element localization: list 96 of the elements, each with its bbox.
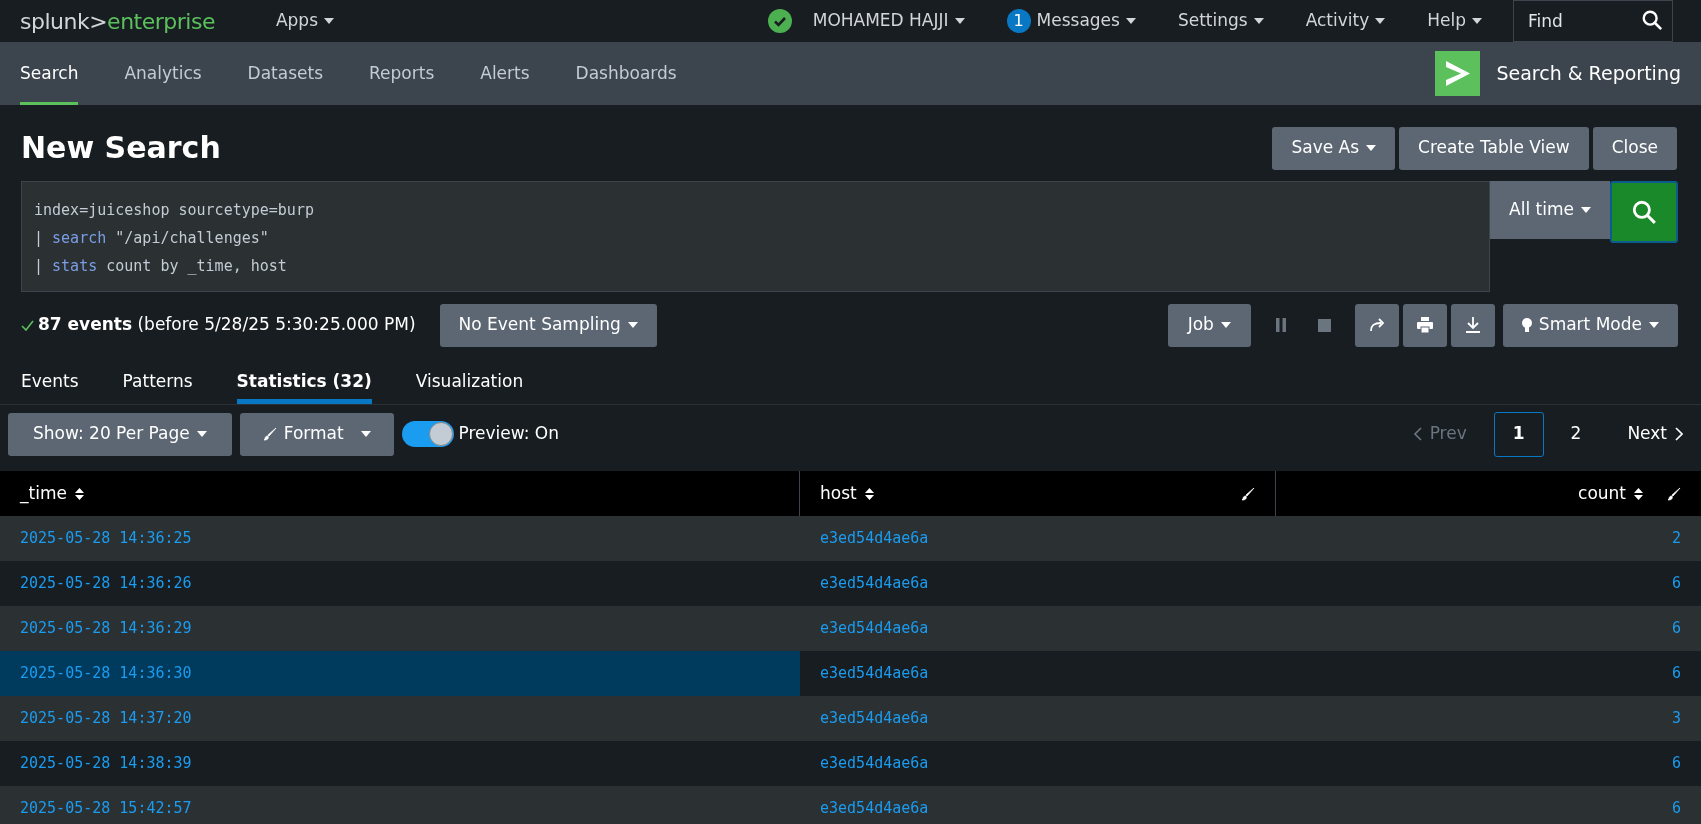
search-icon <box>1631 199 1657 225</box>
event-summary: 87 events (before 5/28/25 5:30:25.000 PM) <box>38 313 416 337</box>
search-mode-menu[interactable]: Smart Mode <box>1502 303 1678 347</box>
check-icon <box>21 319 34 331</box>
share-button[interactable] <box>1354 303 1399 347</box>
brush-icon <box>262 427 277 441</box>
app-logo-icon <box>1435 51 1481 96</box>
caret-icon <box>1649 322 1659 328</box>
stop-icon[interactable] <box>1318 318 1332 332</box>
table-cell[interactable]: e3ed54d4ae6a <box>800 696 1276 741</box>
app-nav-tab[interactable]: Dashboards <box>575 42 677 105</box>
time-range-picker[interactable]: All time <box>1490 181 1610 239</box>
nav-menu[interactable]: Help <box>1414 8 1495 34</box>
table-cell[interactable]: 2025-05-28 14:37:20 <box>0 696 800 741</box>
table-cell[interactable]: 3 <box>1276 696 1701 741</box>
print-button[interactable] <box>1402 303 1447 347</box>
find-field[interactable]: Find <box>1513 0 1673 42</box>
status-check-icon <box>767 9 792 33</box>
page-action-button[interactable]: Create Table View <box>1399 126 1589 170</box>
table-cell[interactable]: 6 <box>1276 561 1701 606</box>
table-cell[interactable]: e3ed54d4ae6a <box>800 516 1276 561</box>
sort-icon <box>1634 486 1643 501</box>
table-cell[interactable]: 6 <box>1276 741 1701 786</box>
download-button[interactable] <box>1450 303 1495 347</box>
table-cell[interactable]: 2 <box>1276 516 1701 561</box>
app-nav-tab[interactable]: Reports <box>369 42 435 105</box>
table-cell[interactable]: e3ed54d4ae6a <box>800 606 1276 651</box>
curved-arrow-icon <box>1368 318 1385 332</box>
table-cell[interactable]: e3ed54d4ae6a <box>800 651 1276 696</box>
caret-icon <box>954 18 965 24</box>
app-nav-tab[interactable]: Search <box>20 42 79 105</box>
user-menu[interactable]: MOHAMED HAJJI <box>799 8 978 34</box>
preview-toggle[interactable] <box>402 421 455 447</box>
page-link[interactable]: 2 <box>1551 411 1601 457</box>
download-icon <box>1465 317 1480 333</box>
result-tab[interactable]: Patterns <box>122 359 193 404</box>
table-cell[interactable]: 2025-05-28 14:36:29 <box>0 606 800 651</box>
sort-icon <box>74 486 84 501</box>
app-nav-tab[interactable]: Analytics <box>124 42 202 105</box>
search-button[interactable] <box>1610 181 1678 243</box>
caret-icon <box>1472 18 1482 24</box>
caret-icon <box>196 431 207 437</box>
caret-icon <box>627 322 638 328</box>
preview-label: Preview: On <box>458 422 559 446</box>
lightbulb-icon <box>1521 317 1532 333</box>
pause-icon[interactable] <box>1275 318 1286 332</box>
search-query-field[interactable]: index=juiceshop sourcetype=burp | search "/api/challenges" | stats count by _time, host <box>21 181 1491 292</box>
nav-menu[interactable]: Activity <box>1292 8 1399 34</box>
messages-menu[interactable]: 1 Messages <box>993 8 1149 34</box>
table-cell[interactable]: 2025-05-28 15:42:57 <box>0 786 800 824</box>
table-cell[interactable]: 2025-05-28 14:36:25 <box>0 516 800 561</box>
table-cell[interactable]: e3ed54d4ae6a <box>800 741 1276 786</box>
brush-icon[interactable] <box>1667 486 1681 501</box>
format-menu[interactable]: Format <box>239 412 395 456</box>
column-header[interactable]: count <box>1578 480 1643 507</box>
caret-icon <box>1581 207 1591 213</box>
page-size-menu[interactable]: Show: 20 Per Page <box>8 412 232 456</box>
column-header[interactable]: _time <box>20 480 84 507</box>
caret-icon <box>361 431 372 437</box>
app-title: Search & Reporting <box>1496 61 1681 87</box>
caret-icon <box>1220 322 1231 328</box>
caret-icon <box>1375 18 1386 24</box>
table-cell[interactable]: 2025-05-28 14:36:26 <box>0 561 800 606</box>
nav-menu[interactable]: Settings <box>1164 8 1277 34</box>
caret-icon <box>1253 18 1264 24</box>
chevron-right-icon <box>1675 427 1683 441</box>
table-cell[interactable]: 2025-05-28 14:38:39 <box>0 741 800 786</box>
logo: splunk>enterprise <box>20 7 215 36</box>
search-icon <box>1641 9 1663 31</box>
table-cell[interactable]: 6 <box>1276 786 1701 824</box>
app-nav-tab[interactable]: Alerts <box>480 42 530 105</box>
table-cell[interactable]: e3ed54d4ae6a <box>800 561 1276 606</box>
next-page-link[interactable]: Next <box>1608 411 1684 457</box>
apps-menu[interactable]: Apps <box>262 8 347 34</box>
sampling-dropdown[interactable]: No Event Sampling <box>439 303 657 347</box>
result-tab[interactable]: Statistics (32) <box>236 359 372 404</box>
page-action-button[interactable]: Save As <box>1272 126 1396 170</box>
job-menu[interactable]: Job <box>1167 303 1251 347</box>
print-icon <box>1416 317 1433 333</box>
app-nav-tab[interactable]: Datasets <box>247 42 324 105</box>
caret-icon <box>324 18 334 24</box>
page-action-button[interactable]: Close <box>1592 126 1677 170</box>
highlighted-cell[interactable]: 2025-05-28 14:36:30 <box>0 651 800 696</box>
result-tab[interactable]: Visualization <box>415 359 524 404</box>
page-title: New Search <box>21 130 222 166</box>
result-tab[interactable]: Events <box>21 359 79 404</box>
sort-icon <box>864 486 874 501</box>
chevron-left-icon <box>1413 427 1422 441</box>
brush-icon[interactable] <box>1241 486 1255 501</box>
table-cell[interactable]: 6 <box>1276 606 1701 651</box>
caret-icon <box>1125 18 1136 24</box>
caret-icon <box>1366 145 1377 151</box>
column-header[interactable]: host <box>820 480 874 507</box>
page-link[interactable]: 1 <box>1493 411 1544 457</box>
table-cell[interactable]: e3ed54d4ae6a <box>800 786 1276 824</box>
table-cell[interactable]: 6 <box>1276 651 1701 696</box>
